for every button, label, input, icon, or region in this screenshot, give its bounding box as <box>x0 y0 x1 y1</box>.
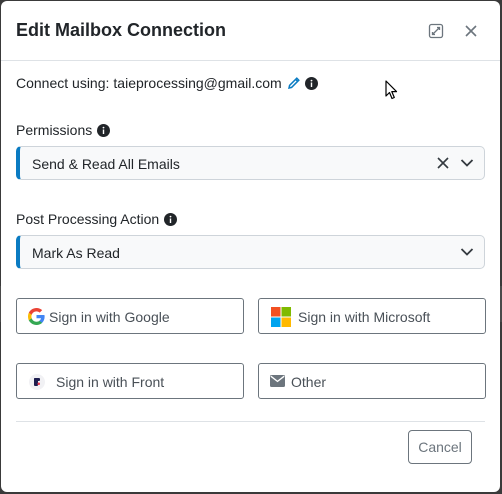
google-icon <box>28 308 45 325</box>
post-processing-select[interactable]: Mark As Read <box>16 235 485 269</box>
sign-in-microsoft-label: Sign in with Microsoft <box>298 309 431 325</box>
mouse-cursor-icon <box>385 80 398 100</box>
info-icon[interactable] <box>164 212 178 226</box>
pencil-icon[interactable] <box>287 76 301 90</box>
post-processing-label: Post Processing Action <box>16 211 160 227</box>
permissions-value: Send & Read All Emails <box>32 156 180 172</box>
permissions-select[interactable]: Send & Read All Emails <box>16 146 485 180</box>
dialog-title: Edit Mailbox Connection <box>16 20 226 40</box>
cancel-button[interactable]: Cancel <box>408 430 472 464</box>
permissions-label: Permissions <box>16 122 93 138</box>
clear-icon[interactable] <box>436 156 450 170</box>
sign-in-google-label: Sign in with Google <box>49 309 170 325</box>
sign-in-other-button[interactable]: Other <box>258 363 486 399</box>
close-button[interactable] <box>461 21 481 41</box>
expand-icon <box>428 23 444 39</box>
envelope-icon <box>270 375 285 387</box>
microsoft-icon <box>271 307 291 327</box>
info-icon[interactable] <box>97 123 111 137</box>
info-icon[interactable] <box>304 76 318 90</box>
footer-divider <box>16 421 485 422</box>
post-processing-value: Mark As Read <box>32 245 120 261</box>
connect-label: Connect using: <box>16 75 110 91</box>
sign-in-front-button[interactable]: Sign in with Front <box>16 363 244 399</box>
expand-button[interactable] <box>426 21 446 41</box>
sign-in-other-label: Other <box>291 374 327 390</box>
permissions-label-row: Permissions <box>16 122 111 138</box>
edit-mailbox-dialog: Edit Mailbox Connection Connect using: t… <box>1 1 500 492</box>
post-processing-label-row: Post Processing Action <box>16 211 178 227</box>
chevron-down-icon[interactable] <box>460 158 474 168</box>
close-icon <box>465 25 477 37</box>
sign-in-microsoft-button[interactable]: Sign in with Microsoft <box>258 298 486 334</box>
connect-email: taieprocessing@gmail.com <box>113 75 282 91</box>
chevron-down-icon[interactable] <box>460 247 474 257</box>
sign-in-google-button[interactable]: Sign in with Google <box>16 298 244 334</box>
dialog-header: Edit Mailbox Connection <box>1 1 500 61</box>
connect-using-row: Connect using: taieprocessing@gmail.com <box>16 75 318 91</box>
front-icon <box>29 374 45 390</box>
sign-in-front-label: Sign in with Front <box>56 374 165 390</box>
